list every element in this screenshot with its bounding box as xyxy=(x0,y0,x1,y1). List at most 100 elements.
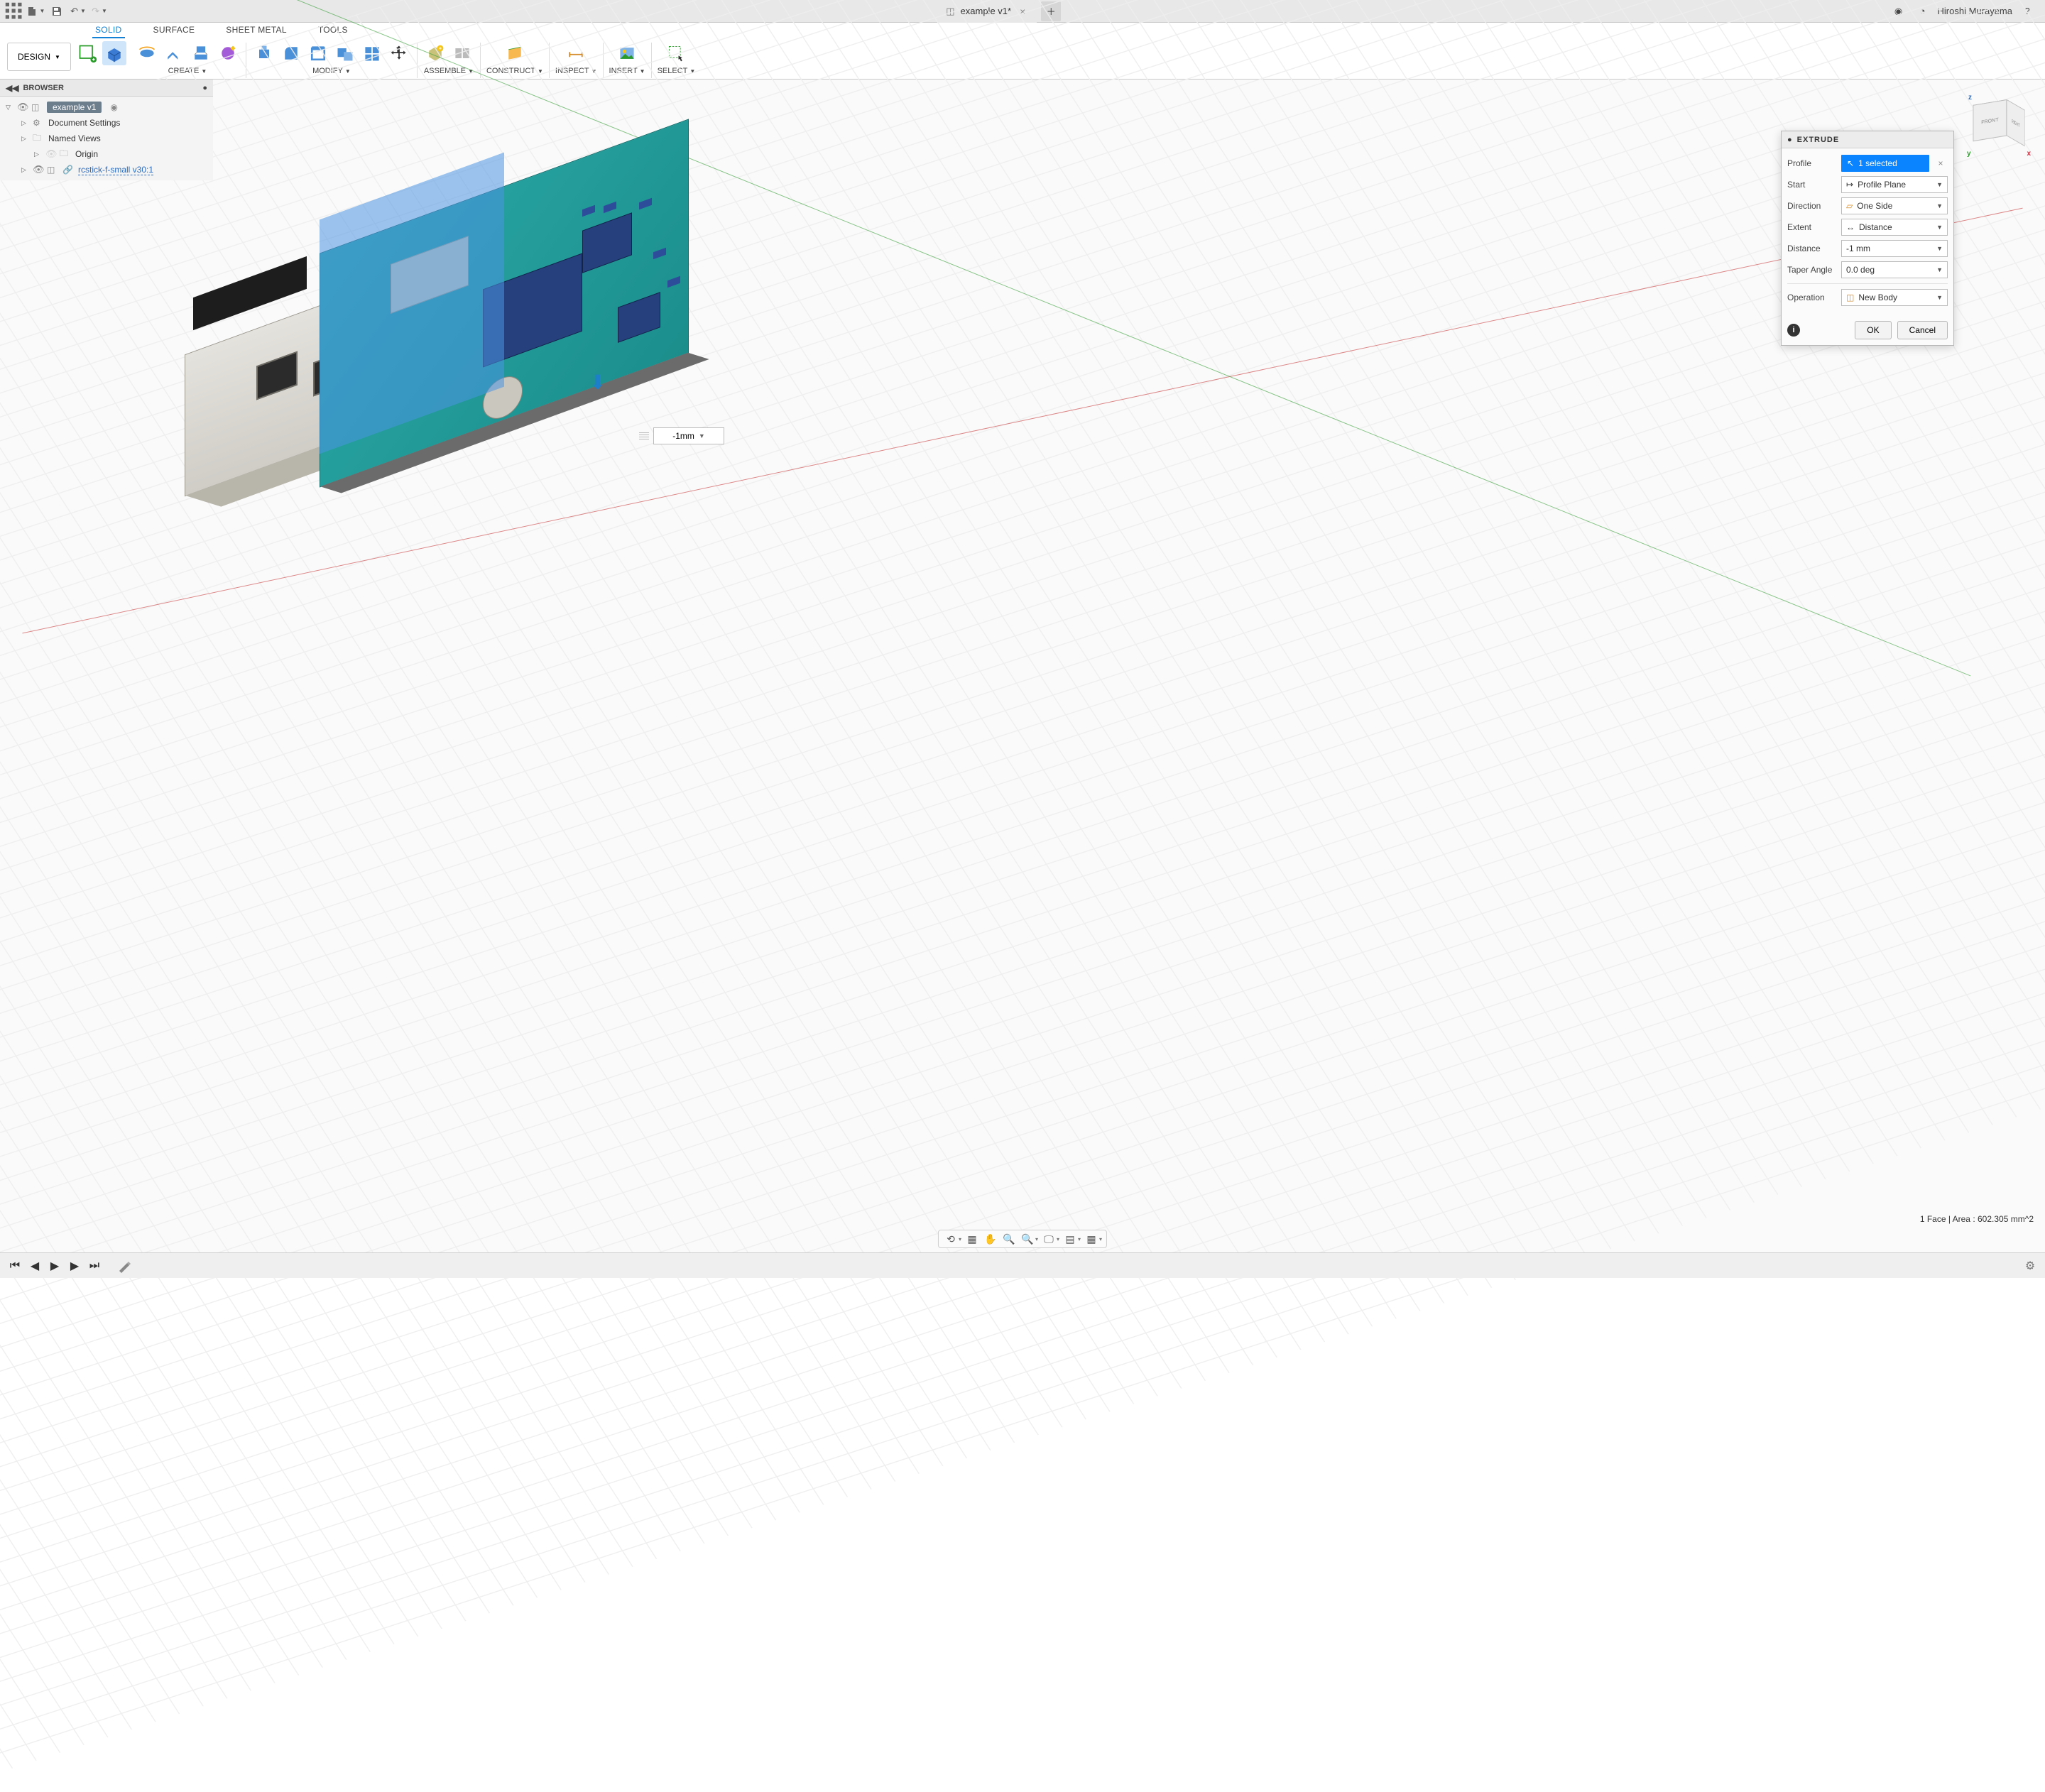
chevron-down-icon: ▼ xyxy=(1936,245,1943,252)
inline-dimension-input[interactable]: -1mm ▼ xyxy=(653,427,724,444)
display-settings-icon[interactable]: 🖵 xyxy=(1041,1231,1057,1247)
sweep-icon[interactable] xyxy=(162,41,186,65)
timeline-end-icon[interactable]: ⏭ xyxy=(87,1258,102,1274)
extent-dropdown[interactable]: ↔ Distance ▼ xyxy=(1841,219,1948,236)
timeline-fwd-icon[interactable]: ▶ xyxy=(67,1258,82,1274)
operation-dropdown[interactable]: ◫ New Body ▼ xyxy=(1841,289,1948,306)
profile-selection-chip[interactable]: ↖ 1 selected xyxy=(1841,155,1929,172)
timeline-play-icon[interactable]: ▶ xyxy=(47,1258,62,1274)
browser-item-label: rcstick-f-small v30:1 xyxy=(78,165,153,175)
browser-item-origin[interactable]: ▷👁🗀 Origin xyxy=(0,146,213,162)
direction-icon: ▱ xyxy=(1846,201,1853,211)
browser-item-doc-settings[interactable]: ▷⚙ Document Settings xyxy=(0,115,213,131)
browser-item-component[interactable]: ▷👁◫🔗 rcstick-f-small v30:1 xyxy=(0,162,213,177)
profile-clear-icon[interactable]: × xyxy=(1934,158,1948,168)
group-quick xyxy=(71,38,131,75)
chevron-down-icon: ▼ xyxy=(1936,181,1943,188)
cancel-button[interactable]: Cancel xyxy=(1897,321,1948,339)
distance-value: -1 mm xyxy=(1846,244,1870,253)
new-body-icon: ◫ xyxy=(1846,293,1854,302)
inline-dim-grip[interactable] xyxy=(639,427,649,444)
axis-y-label: y xyxy=(1967,150,1971,158)
operation-label: Operation xyxy=(1787,293,1837,302)
browser-title: BROWSER xyxy=(23,84,63,92)
browser-item-label: Document Settings xyxy=(48,118,120,128)
row-operation: Operation ◫ New Body ▼ xyxy=(1787,287,1948,308)
axis-x-label: x xyxy=(2027,150,2031,158)
quick-access-toolbar: ↶ ↷ xyxy=(0,1,109,21)
cursor-icon: ↖ xyxy=(1847,158,1854,168)
viewport[interactable]: ◀◀ BROWSER ● ▽👁◫ example v1 ◉ ▷⚙ Documen… xyxy=(0,80,2045,1252)
workspace-switcher[interactable]: DESIGN ▼ xyxy=(7,43,71,71)
row-profile: Profile ↖ 1 selected × xyxy=(1787,153,1948,174)
direction-label: Direction xyxy=(1787,201,1837,211)
extrude-direction-arrow-icon[interactable]: ⬇ xyxy=(589,371,606,394)
row-extent: Extent ↔ Distance ▼ xyxy=(1787,217,1948,238)
orbit-icon[interactable]: ⟲ xyxy=(943,1231,959,1247)
timeline-back-icon[interactable]: ◀ xyxy=(27,1258,43,1274)
operation-value: New Body xyxy=(1858,293,1897,302)
browser-collapse-icon[interactable]: ◀◀ xyxy=(6,83,18,93)
timeline-settings-icon[interactable]: ⚙ xyxy=(2022,1258,2038,1274)
model-usb-pcb[interactable]: ⬇ -1mm ▼ xyxy=(185,165,696,491)
extrude-icon[interactable] xyxy=(102,41,126,65)
tab-solid[interactable]: SOLID xyxy=(92,23,125,38)
grid-settings-icon[interactable]: ▤ xyxy=(1062,1231,1078,1247)
undo-icon[interactable]: ↶ xyxy=(68,1,88,21)
taper-input[interactable]: 0.0 deg ▼ xyxy=(1841,261,1948,278)
row-direction: Direction ▱ One Side ▼ xyxy=(1787,195,1948,217)
status-text: 1 Face | Area : 602.305 mm^2 xyxy=(1920,1214,2034,1224)
axis-z-label: z xyxy=(1968,94,1972,102)
timeline-feature-icon[interactable] xyxy=(116,1258,132,1274)
browser-root[interactable]: ▽👁◫ example v1 ◉ xyxy=(0,99,213,115)
dialog-collapse-icon[interactable]: ● xyxy=(1787,136,1793,144)
dialog-title: EXTRUDE xyxy=(1797,136,1840,144)
look-at-icon[interactable]: ▦ xyxy=(964,1231,980,1247)
dialog-titlebar[interactable]: ● EXTRUDE xyxy=(1782,131,1953,148)
viewcube-right[interactable]: RIGHT xyxy=(2007,99,2024,146)
distance-input[interactable]: -1 mm ▼ xyxy=(1841,240,1948,257)
viewport-layout-icon[interactable]: ▦ xyxy=(1084,1231,1099,1247)
profile-value: 1 selected xyxy=(1858,158,1897,168)
chevron-down-icon: ▼ xyxy=(1936,224,1943,231)
new-sketch-icon[interactable] xyxy=(75,41,99,65)
dialog-footer: i OK Cancel xyxy=(1782,315,1953,345)
chevron-down-icon[interactable]: ▼ xyxy=(699,432,705,439)
direction-value: One Side xyxy=(1857,201,1892,211)
browser-item-named-views[interactable]: ▷🗀 Named Views xyxy=(0,131,213,146)
save-icon[interactable] xyxy=(47,1,67,21)
zoom-window-icon[interactable]: 🔍 xyxy=(1020,1231,1035,1247)
browser-item-label: Origin xyxy=(75,149,98,159)
apps-grid-icon[interactable] xyxy=(4,1,24,21)
inline-dimension-value: -1mm xyxy=(672,431,694,441)
distance-label: Distance xyxy=(1787,244,1837,253)
revolve-icon[interactable] xyxy=(135,41,159,65)
browser-panel: ◀◀ BROWSER ● ▽👁◫ example v1 ◉ ▷⚙ Documen… xyxy=(0,80,213,180)
extrude-dialog: ● EXTRUDE Profile ↖ 1 selected × Start ↦… xyxy=(1781,131,1954,346)
zoom-icon[interactable]: 🔍 xyxy=(1001,1231,1017,1247)
chevron-down-icon: ▼ xyxy=(1936,266,1943,273)
dialog-info-icon[interactable]: i xyxy=(1787,324,1800,337)
extent-icon: ↔ xyxy=(1846,222,1855,232)
timeline-bar: ⏮ ◀ ▶ ▶ ⏭ ⚙ xyxy=(0,1252,2045,1278)
redo-icon[interactable]: ↷ xyxy=(89,1,109,21)
direction-dropdown[interactable]: ▱ One Side ▼ xyxy=(1841,197,1948,214)
navigation-bar: ⟲▾ ▦ ✋ 🔍 🔍▾ 🖵▾ ▤▾ ▦▾ xyxy=(938,1230,1107,1248)
ok-button[interactable]: OK xyxy=(1855,321,1891,339)
viewcube-front[interactable]: FRONT xyxy=(1973,99,2007,141)
tab-surface[interactable]: SURFACE xyxy=(151,23,198,38)
tab-sheet-metal[interactable]: SHEET METAL xyxy=(223,23,290,38)
row-distance: Distance -1 mm ▼ xyxy=(1787,238,1948,259)
browser-item-label: Named Views xyxy=(48,133,101,143)
pan-icon[interactable]: ✋ xyxy=(983,1231,998,1247)
start-label: Start xyxy=(1787,180,1837,190)
browser-settings-icon[interactable]: ● xyxy=(202,84,207,92)
file-menu-icon[interactable] xyxy=(26,1,45,21)
row-start: Start ↦ Profile Plane ▼ xyxy=(1787,174,1948,195)
view-cube[interactable]: z TOP FRONT RIGHT y x xyxy=(1967,94,2031,158)
taper-label: Taper Angle xyxy=(1787,265,1837,275)
start-dropdown[interactable]: ↦ Profile Plane ▼ xyxy=(1841,176,1948,193)
timeline-start-icon[interactable]: ⏮ xyxy=(7,1258,23,1274)
browser-header[interactable]: ◀◀ BROWSER ● xyxy=(0,80,213,97)
extent-label: Extent xyxy=(1787,222,1837,232)
